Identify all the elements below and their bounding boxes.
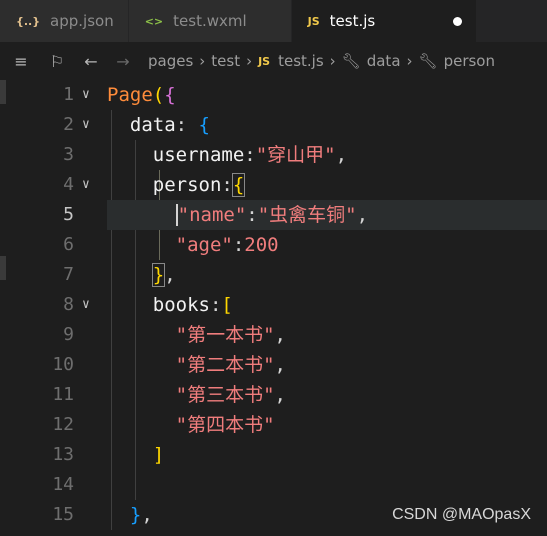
line-number: 6 [63,234,74,255]
code-line[interactable]: username:"穿山甲", [107,140,547,170]
code-token: "第四本书" [175,414,275,436]
code-token: books [152,294,210,316]
code-token: 200 [244,234,279,256]
list-icon[interactable]: ≡ [8,52,34,71]
code-line[interactable]: "第二本书", [107,350,547,380]
chevron-down-icon[interactable]: ∨ [82,110,90,140]
tab-bar: {..} app.json <> test.wxml JS test.js [0,0,547,42]
code-token: "第三本书" [175,384,275,406]
tab-test-wxml[interactable]: <> test.wxml [128,0,292,42]
code-token: Page [107,84,153,106]
code-line[interactable]: books:[ [107,290,547,320]
chevron-right-icon: › [246,52,253,70]
code-token: "name" [175,204,247,226]
code-token: "第二本书" [175,354,275,376]
code-line[interactable]: ] [107,440,547,470]
wrench-icon: 🔧︎ [418,52,438,70]
js-file-icon: JS [258,54,271,68]
chevron-right-icon: › [199,52,206,70]
breadcrumb-item-data[interactable]: data [367,52,401,70]
watermark: CSDN @MAOpasX [392,506,531,523]
breadcrumb-item-file[interactable]: test.js [278,52,324,70]
code-editor[interactable]: 1 ∨ 2 ∨ 3 4 ∨ 5 6 7 8 ∨ 9 10 11 12 13 14 15 … [0,80,547,536]
js-file-icon: JS [307,14,320,28]
code-line[interactable]: Page({ [107,80,547,110]
line-number: 4 [63,174,74,195]
tab-label: test.js [329,12,376,30]
wrench-icon: 🔧︎ [341,52,361,70]
line-number: 8 [63,294,74,315]
line-number: 11 [52,384,74,405]
chevron-down-icon[interactable]: ∨ [82,170,90,200]
line-number-current: 5 [63,204,74,225]
code-line[interactable]: "第一本书", [107,320,547,350]
forward-arrow-icon[interactable]: → [110,52,136,71]
code-line[interactable]: person:{ [107,170,547,200]
gutter: 1 ∨ 2 ∨ 3 4 ∨ 5 6 7 8 ∨ 9 10 11 12 13 14 15 [0,80,100,530]
code-token: username [152,144,245,166]
code-token: "穿山甲" [255,144,336,166]
tab-label: test.wxml [173,12,247,30]
line-number: 1 [63,84,74,105]
code-area[interactable]: Page({ data: { username:"穿山甲", person:{ … [107,80,547,530]
back-arrow-icon[interactable]: ← [78,52,104,71]
chevron-right-icon: › [406,52,413,70]
chevron-down-icon[interactable]: ∨ [82,80,90,110]
code-token: person [152,174,222,196]
line-number: 13 [52,444,74,465]
code-token: "第一本书" [175,324,275,346]
code-token: "age" [175,234,233,256]
tab-app-json[interactable]: {..} app.json [0,0,129,42]
code-line[interactable]: "第四本书" [107,410,547,440]
wxml-file-icon: <> [144,14,164,28]
line-number: 7 [63,264,74,285]
line-number: 15 [52,504,74,525]
code-token: "虫禽车铜" [257,204,357,226]
code-line[interactable]: data: { [107,110,547,140]
bookmark-icon[interactable]: ⚐ [44,52,70,71]
chevron-right-icon: › [329,52,336,70]
code-line-current[interactable]: "name":"虫禽车铜", [107,200,547,230]
breadcrumb-item-person[interactable]: person [444,52,495,70]
tab-label: app.json [50,12,114,30]
breadcrumb-item-test[interactable]: test [211,52,240,70]
breadcrumb-item-pages[interactable]: pages [148,52,193,70]
code-line[interactable]: "age":200 [107,230,547,260]
line-number: 10 [52,354,74,375]
json-file-icon: {..} [16,14,41,28]
code-line[interactable] [107,470,547,500]
tab-test-js[interactable]: JS test.js [291,0,478,42]
line-number: 12 [52,414,74,435]
chevron-down-icon[interactable]: ∨ [82,290,90,320]
code-line[interactable]: "第三本书", [107,380,547,410]
unsaved-dot-icon[interactable] [453,16,463,26]
line-number: 9 [63,324,74,345]
line-number: 14 [52,474,74,495]
code-token: data [129,114,176,136]
line-number: 2 [63,114,74,135]
breadcrumb: ≡ ⚐ ← → pages › test › JS test.js › 🔧︎ d… [0,42,547,80]
line-number: 3 [63,144,74,165]
code-line[interactable]: }, [107,260,547,290]
